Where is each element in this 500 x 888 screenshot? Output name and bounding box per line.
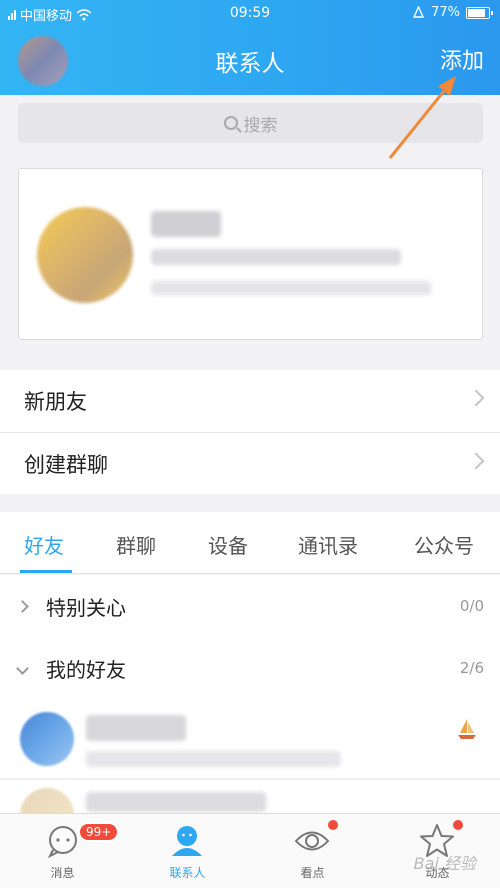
nav-bar: 联系人 添加 <box>0 28 500 95</box>
profile-info-blurred <box>151 281 431 295</box>
bottom-nav-label: 消息 <box>50 866 75 880</box>
group-special-care[interactable]: 特别关心 0/0 <box>0 575 500 637</box>
contact-tabs: 好友 群聊 设备 通讯录 公众号 <box>0 512 500 574</box>
bottom-nav-messages[interactable]: 99+ 消息 <box>0 814 125 888</box>
profile-avatar <box>37 207 133 303</box>
bottom-nav-contacts[interactable]: 联系人 <box>125 814 250 888</box>
chevron-right-icon <box>467 452 485 470</box>
create-group-item[interactable]: 创建群聊 <box>0 432 500 494</box>
search-icon <box>223 116 238 130</box>
new-friends-label: 新朋友 <box>24 390 87 414</box>
friend-status-blurred <box>86 751 341 767</box>
group-name: 我的好友 <box>46 657 126 682</box>
list-item[interactable] <box>0 780 500 842</box>
group-name: 特别关心 <box>46 595 126 620</box>
new-friends-item[interactable]: 新朋友 <box>0 370 500 432</box>
message-icon <box>47 826 77 859</box>
bottom-nav-label: 看点 <box>300 866 325 880</box>
bottom-nav-label: 联系人 <box>169 866 206 880</box>
search-input[interactable]: 搜索 <box>18 103 483 143</box>
tab-friends[interactable]: 好友 <box>24 530 64 559</box>
tab-public-accounts[interactable]: 公众号 <box>414 530 474 559</box>
tab-groups[interactable]: 群聊 <box>116 530 156 559</box>
status-bar: 中国移动 09:59 77% <box>0 0 500 28</box>
chevron-right-icon <box>467 389 485 407</box>
battery-icon <box>466 6 493 19</box>
active-tab-indicator <box>20 570 72 573</box>
list-item[interactable] <box>0 699 500 779</box>
bottom-nav-discover[interactable]: 看点 <box>250 814 375 888</box>
watermark: Bai 经验 <box>413 854 476 873</box>
tab-address-book[interactable]: 通讯录 <box>298 530 358 559</box>
tab-devices[interactable]: 设备 <box>208 530 248 559</box>
chevron-down-icon <box>16 662 29 675</box>
friend-name-blurred <box>86 715 186 741</box>
group-count: 2/6 <box>459 659 484 677</box>
profile-card[interactable] <box>18 168 483 340</box>
profile-name-blurred <box>151 211 221 237</box>
profile-signature-blurred <box>151 249 401 265</box>
search-section: 搜索 <box>0 95 500 157</box>
alarm-icon <box>413 6 425 18</box>
contacts-icon <box>172 826 202 856</box>
new-content-dot <box>328 820 338 830</box>
group-count: 0/0 <box>459 597 484 615</box>
friend-avatar <box>20 712 74 766</box>
add-button[interactable]: 添加 <box>440 43 484 75</box>
new-content-dot <box>453 820 463 830</box>
sailboat-icon <box>458 719 476 739</box>
search-placeholder: 搜索 <box>243 115 278 136</box>
battery-percent: 77% <box>431 5 460 20</box>
eye-icon <box>294 831 330 851</box>
page-title: 联系人 <box>215 51 285 77</box>
bottom-nav: 99+ 消息 联系人 看点 动态 Bai 经验 <box>0 813 500 888</box>
create-group-label: 创建群聊 <box>24 452 108 477</box>
header: 中国移动 09:59 77% 联系人 添加 <box>0 0 500 95</box>
quick-actions-list: 新朋友 创建群聊 <box>0 370 500 494</box>
chevron-right-icon <box>16 599 29 613</box>
group-my-friends[interactable]: 我的好友 2/6 <box>0 637 500 699</box>
friend-name-blurred <box>86 792 266 812</box>
unread-badge: 99+ <box>78 822 120 842</box>
